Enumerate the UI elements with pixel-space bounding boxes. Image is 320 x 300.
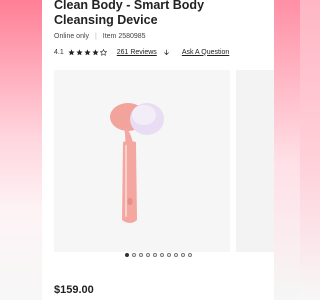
star-icon: [84, 48, 91, 55]
star-icon: [68, 48, 75, 55]
price: $159.00: [54, 284, 94, 296]
carousel-dot[interactable]: [138, 253, 143, 257]
next-image-preview[interactable]: [236, 70, 274, 252]
product-meta: Online only | Item 2580985: [54, 33, 146, 40]
meta-divider: |: [94, 33, 97, 40]
chevron-down-icon[interactable]: [163, 49, 170, 56]
rating-row: 4.1 261 Reviews Ask A Question: [54, 47, 229, 57]
star-icon: [92, 48, 99, 55]
carousel-dot[interactable]: [180, 253, 185, 257]
reviews-link[interactable]: 261 Reviews: [117, 49, 157, 56]
carousel-dots: [42, 253, 274, 257]
carousel-dot[interactable]: [166, 253, 171, 257]
star-rating: [68, 48, 107, 56]
carousel-dot[interactable]: [187, 253, 192, 257]
star-icon: [76, 48, 83, 55]
rating-value: 4.1: [54, 48, 64, 56]
background-frame-left: [0, 0, 42, 300]
product-image-carousel[interactable]: [54, 70, 230, 252]
item-number: Item 2580985: [102, 33, 146, 40]
carousel-dot[interactable]: [124, 253, 129, 257]
product-page: Clean Body - Smart Body Cleansing Device…: [42, 0, 274, 300]
carousel-dot[interactable]: [152, 253, 157, 257]
ask-question-link[interactable]: Ask A Question: [182, 49, 229, 56]
background-frame-right: [274, 0, 300, 300]
product-title: Clean Body - Smart Body Cleansing Device: [54, 0, 205, 27]
star-outline-icon: [99, 48, 107, 56]
product-image: [110, 103, 164, 223]
carousel-dot[interactable]: [173, 253, 178, 257]
carousel-dot[interactable]: [159, 253, 164, 257]
carousel-dot[interactable]: [145, 253, 150, 257]
carousel-dot[interactable]: [131, 253, 136, 257]
availability-text: Online only: [54, 33, 90, 40]
